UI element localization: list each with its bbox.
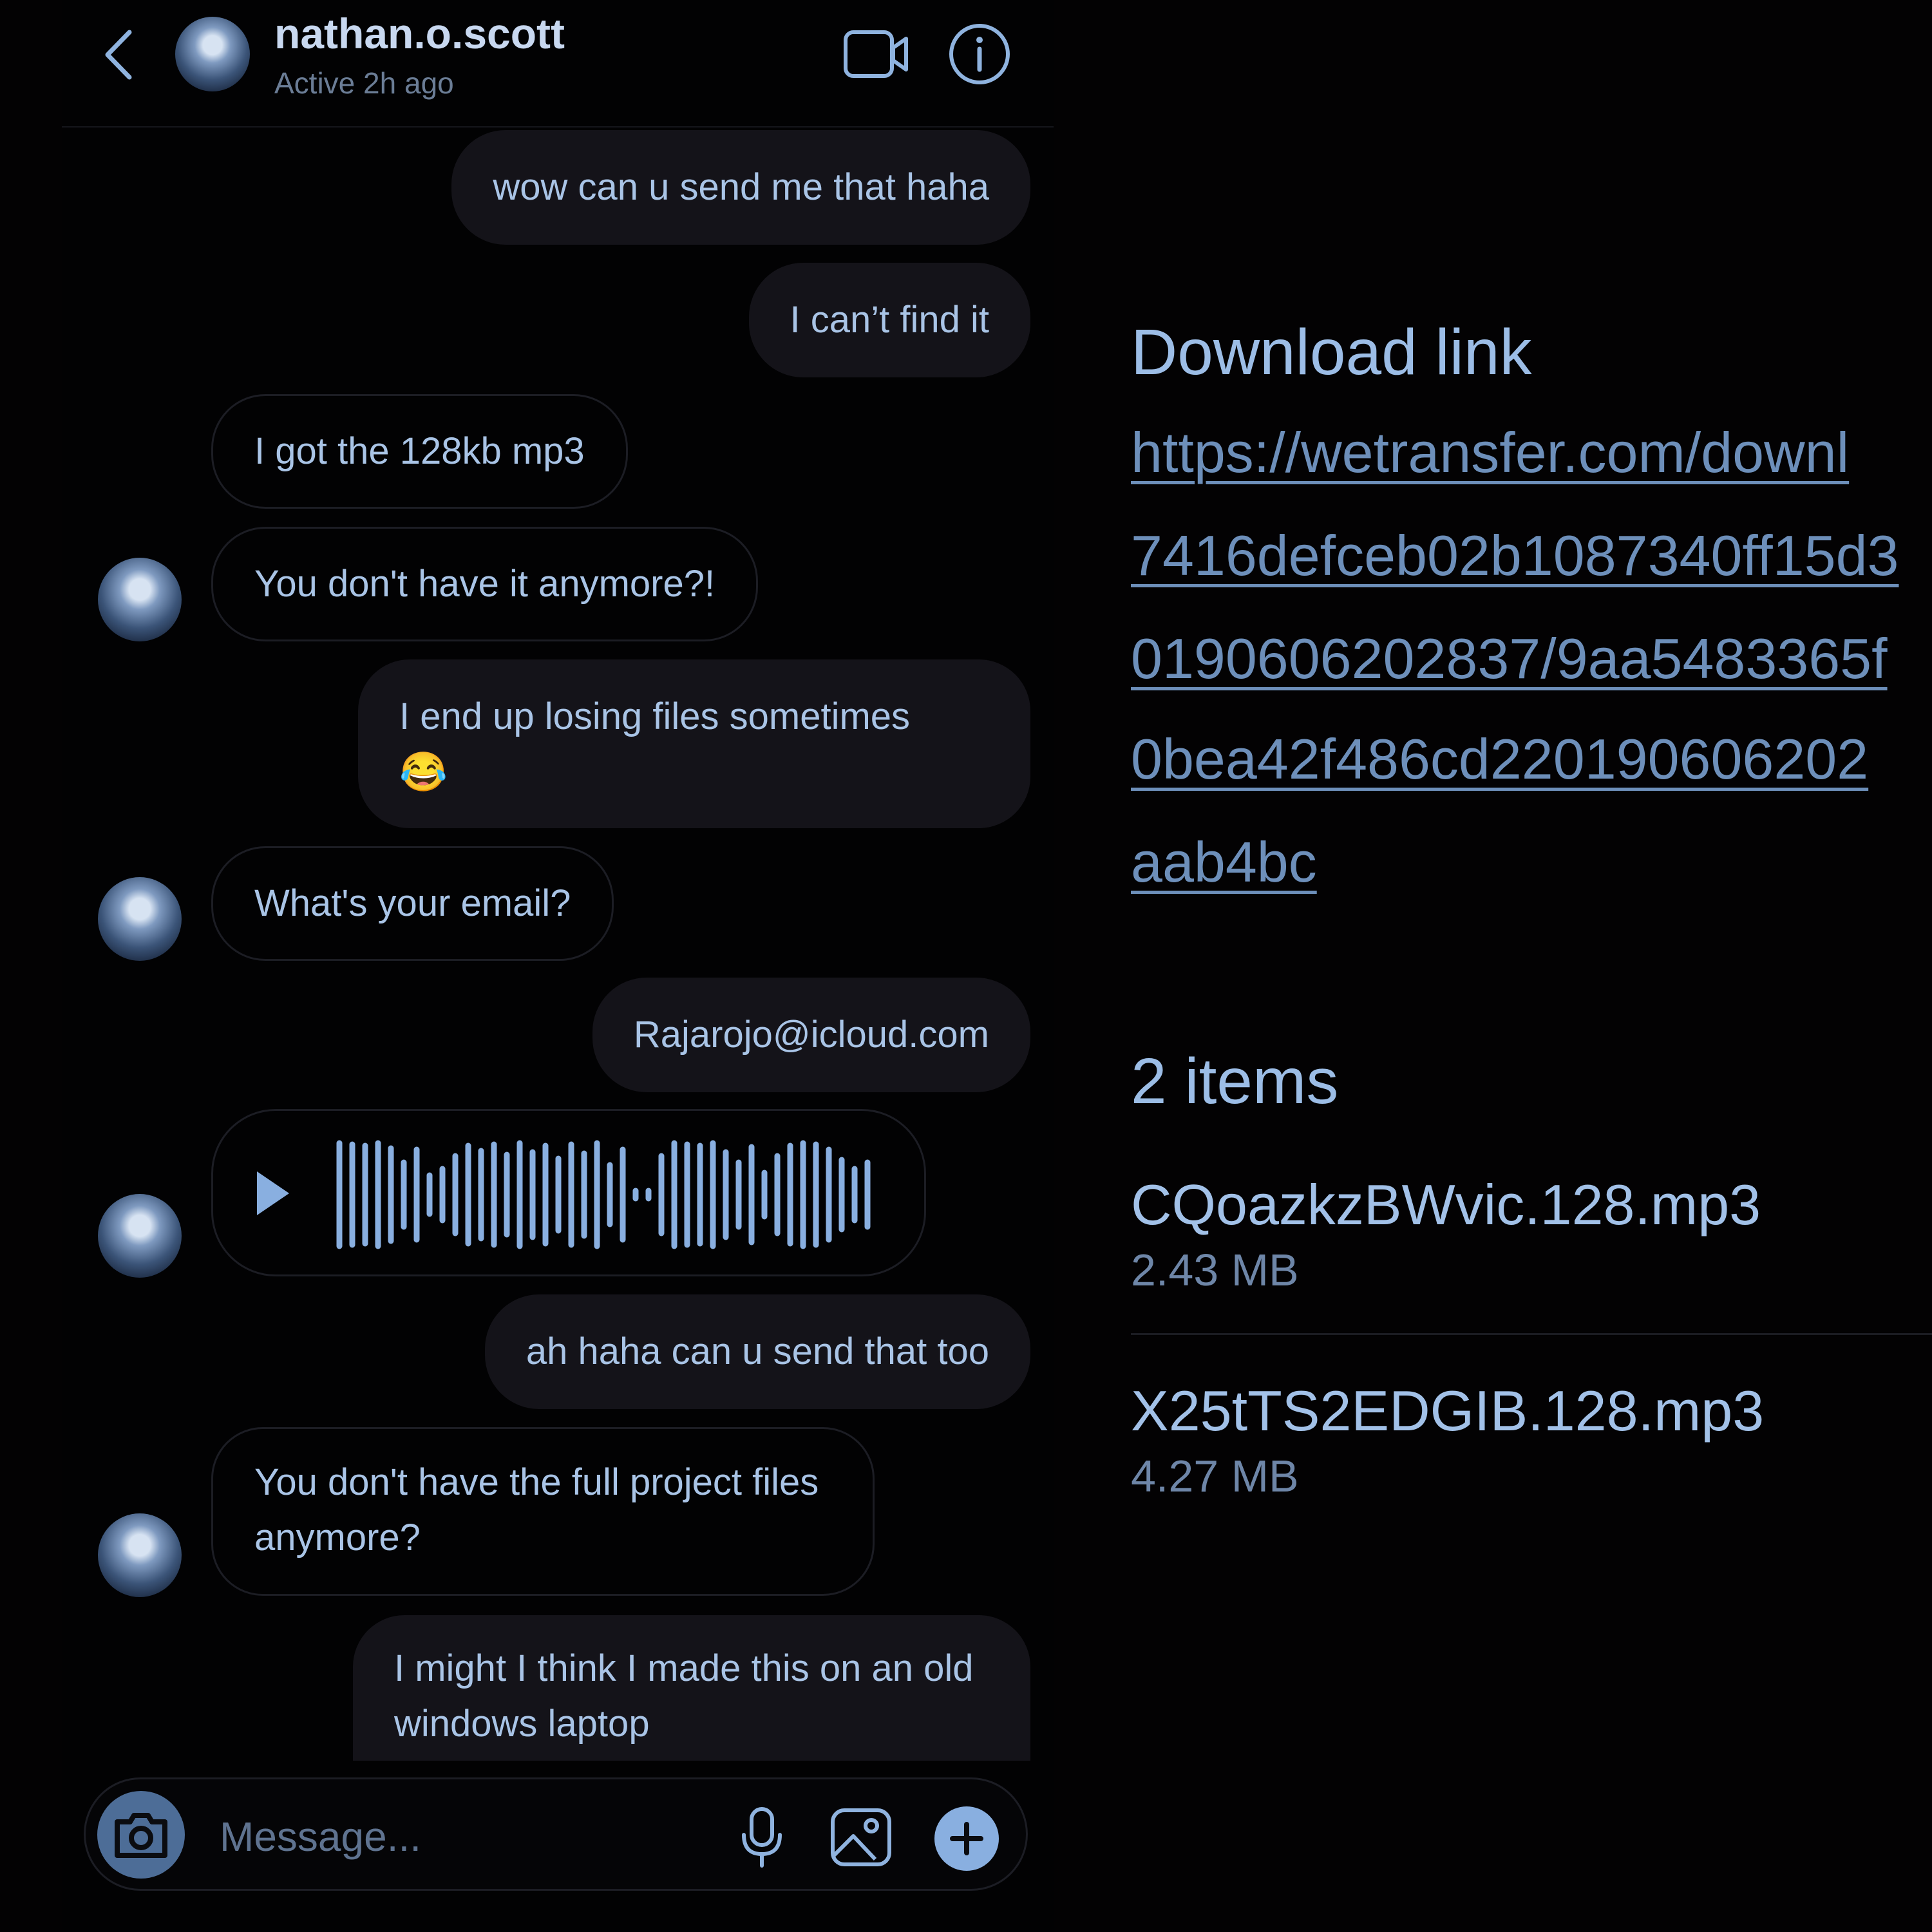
download-link-line[interactable]: 0190606202837/9aa5483365f (1131, 626, 1888, 692)
camera-icon (115, 1813, 167, 1858)
chat-panel: nathan.o.scott Active 2h ago wow can u s… (62, 0, 1054, 1932)
message-outgoing[interactable]: I can’t find it (748, 263, 1030, 377)
file-name[interactable]: CQoazkzBWvic.128.mp3 (1131, 1172, 1761, 1238)
contact-avatar[interactable] (98, 877, 182, 961)
plus-icon (950, 1822, 983, 1855)
message-incoming[interactable]: What's your email? (211, 846, 614, 961)
microphone-icon (742, 1807, 782, 1868)
download-link-line[interactable]: aab4bc (1131, 829, 1317, 895)
contact-avatar[interactable] (98, 1513, 182, 1597)
camera-button[interactable] (97, 1791, 185, 1879)
video-call-button[interactable] (841, 22, 912, 86)
gallery-button[interactable] (829, 1805, 893, 1870)
items-heading: 2 items (1131, 1045, 1339, 1117)
download-link-line[interactable]: https://wetransfer.com/downl (1131, 420, 1849, 486)
download-link-line[interactable]: 0bea42f486cd220190606202 (1131, 726, 1868, 792)
play-icon[interactable] (252, 1168, 293, 1219)
laughing-emoji-icon: 😂 (399, 750, 448, 793)
contact-avatar[interactable] (98, 558, 182, 641)
file-size: 2.43 MB (1131, 1245, 1299, 1295)
divider (1131, 1333, 1932, 1335)
message-outgoing[interactable]: Rajarojo@icloud.com (592, 978, 1030, 1092)
contact-avatar[interactable] (98, 1194, 182, 1278)
message-outgoing[interactable]: wow can u send me that haha (451, 130, 1030, 245)
file-size: 4.27 MB (1131, 1451, 1299, 1501)
info-button[interactable] (944, 22, 1015, 86)
message-outgoing[interactable]: I might I think I made this on an old wi… (353, 1615, 1030, 1761)
message-outgoing[interactable]: I end up losing files sometimes 😂 (358, 659, 1030, 828)
transfer-panel: Download link https://wetransfer.com/dow… (1131, 0, 1932, 1932)
message-incoming[interactable]: You don't have it anymore?! (211, 527, 759, 641)
chevron-left-icon (105, 30, 132, 80)
chat-header: nathan.o.scott Active 2h ago (62, 0, 1054, 128)
microphone-button[interactable] (730, 1805, 794, 1870)
audio-waveform[interactable] (336, 1137, 889, 1253)
message-composer (84, 1777, 1028, 1891)
add-button[interactable] (934, 1806, 999, 1871)
gallery-icon (831, 1808, 891, 1866)
contact-name[interactable]: nathan.o.scott (274, 9, 565, 58)
message-input[interactable] (218, 1810, 582, 1863)
message-text: I end up losing files sometimes (399, 696, 911, 737)
download-link-line[interactable]: 7416defceb02b1087340ff15d3 (1131, 523, 1899, 589)
back-button[interactable] (90, 26, 148, 84)
message-incoming[interactable]: I got the 128kb mp3 (211, 394, 628, 509)
file-name[interactable]: X25tTS2EDGIB.128.mp3 (1131, 1378, 1764, 1444)
message-outgoing[interactable]: ah haha can u send that too (484, 1294, 1030, 1409)
message-incoming[interactable]: You don't have the full project files an… (211, 1427, 875, 1596)
video-camera-icon (844, 30, 908, 78)
contact-status: Active 2h ago (274, 66, 454, 100)
contact-avatar[interactable] (175, 17, 250, 91)
voice-message[interactable] (211, 1109, 926, 1276)
info-icon (949, 24, 1010, 84)
download-heading: Download link (1131, 316, 1532, 388)
